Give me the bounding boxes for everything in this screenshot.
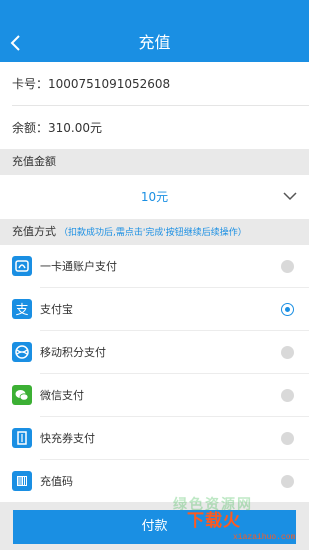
method-recharge-code[interactable]: 充值码 (0, 460, 309, 503)
method-radio[interactable] (281, 260, 294, 273)
method-label: 微信支付 (40, 389, 84, 402)
method-label: 一卡通账户支付 (40, 260, 117, 273)
balance: 余额：310.00元 (0, 106, 309, 150)
method-label: 支付宝 (40, 303, 73, 316)
watermark-logo: 下载火 xiazaihuo.com (187, 506, 305, 548)
method-radio-selected[interactable] (281, 303, 294, 316)
method-wechat[interactable]: 微信支付 (0, 374, 309, 417)
method-label: 移动积分支付 (40, 346, 106, 359)
chevron-down-icon (283, 192, 297, 201)
method-radio[interactable] (281, 475, 294, 488)
mobile-points-icon (12, 342, 32, 362)
section-method-note: （扣款成功后,需点击'完成'按钮继续后续操作） (59, 228, 247, 238)
method-card-account[interactable]: 一卡通账户支付 (0, 245, 309, 288)
card-number: 卡号：1000751091052608 (0, 62, 309, 106)
amount-select[interactable]: 10元 (0, 175, 309, 219)
section-method-title: 充值方式 (12, 225, 56, 238)
svg-text:支: 支 (15, 303, 28, 318)
wechat-icon (12, 385, 32, 405)
card-account-icon (12, 256, 32, 276)
method-voucher[interactable]: 快充券支付 (0, 417, 309, 460)
method-label: 快充券支付 (40, 432, 95, 445)
method-radio[interactable] (281, 389, 294, 402)
amount-selected-value: 10元 (140, 190, 169, 204)
alipay-icon: 支 (12, 299, 32, 319)
section-amount-title: 充值金额 (12, 155, 56, 168)
voucher-icon (12, 428, 32, 448)
barcode-icon (12, 471, 32, 491)
method-mobile-points[interactable]: 移动积分支付 (0, 331, 309, 374)
watermark-brand: 下载火 (187, 511, 241, 531)
method-radio[interactable] (281, 346, 294, 359)
section-amount-header: 充值金额 (0, 149, 309, 175)
method-label: 充值码 (40, 475, 73, 488)
watermark-url: xiazaihuo.com (233, 533, 296, 542)
method-alipay[interactable]: 支 支付宝 (0, 288, 309, 331)
method-radio[interactable] (281, 432, 294, 445)
section-method-header: 充值方式 （扣款成功后,需点击'完成'按钮继续后续操作） (0, 219, 309, 245)
